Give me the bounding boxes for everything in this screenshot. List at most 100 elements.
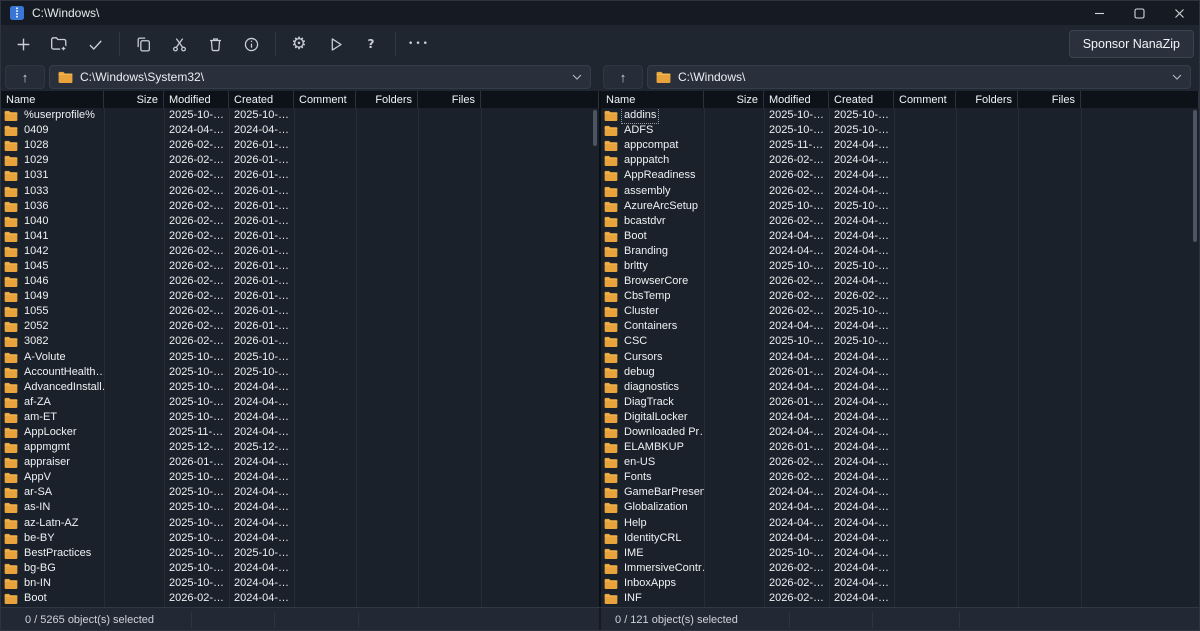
maximize-button[interactable]	[1119, 1, 1159, 25]
table-row[interactable]: 1031 2026-02-… 2026-01-…	[1, 168, 599, 183]
column-size[interactable]: Size	[104, 91, 164, 108]
table-row[interactable]: AppReadiness 2026-02-… 2024-04-…	[601, 168, 1199, 183]
column-comment[interactable]: Comment	[894, 91, 956, 108]
more-button[interactable]: •••	[404, 30, 434, 58]
table-row[interactable]: AzureArcSetup 2025-10-… 2025-10-…	[601, 199, 1199, 214]
table-row[interactable]: 1049 2026-02-… 2026-01-…	[1, 289, 599, 304]
table-row[interactable]: AppLocker 2025-11-… 2024-04-…	[1, 425, 599, 440]
table-row[interactable]: 1028 2026-02-… 2026-01-…	[1, 138, 599, 153]
table-row[interactable]: 0409 2024-04-… 2024-04-…	[1, 123, 599, 138]
table-row[interactable]: addins 2025-10-… 2025-10-…	[601, 108, 1199, 123]
table-row[interactable]: appmgmt 2025-12-… 2025-12-…	[1, 440, 599, 455]
table-row[interactable]: Boot 2026-02-… 2024-04-…	[1, 591, 599, 606]
table-row[interactable]: Containers 2024-04-… 2024-04-…	[601, 319, 1199, 334]
table-row[interactable]: ar-SA 2025-10-… 2024-04-…	[1, 485, 599, 500]
left-address-combobox[interactable]: C:\Windows\System32\	[49, 65, 591, 89]
column-modified[interactable]: Modified	[164, 91, 229, 108]
table-row[interactable]: am-ET 2025-10-… 2024-04-…	[1, 410, 599, 425]
delete-trash-button[interactable]	[200, 30, 230, 58]
table-row[interactable]: Branding 2024-04-… 2024-04-…	[601, 244, 1199, 259]
column-modified[interactable]: Modified	[764, 91, 829, 108]
table-row[interactable]: DigitalLocker 2024-04-… 2024-04-…	[601, 410, 1199, 425]
table-row[interactable]: 2052 2026-02-… 2026-01-…	[1, 319, 599, 334]
chevron-down-icon[interactable]	[572, 74, 582, 80]
table-row[interactable]: IME 2025-10-… 2024-04-…	[601, 546, 1199, 561]
up-button[interactable]: ↑	[603, 65, 643, 89]
table-row[interactable]: as-IN 2025-10-… 2024-04-…	[1, 500, 599, 515]
table-row[interactable]: IdentityCRL 2024-04-… 2024-04-…	[601, 531, 1199, 546]
table-row[interactable]: Fonts 2026-02-… 2024-04-…	[601, 470, 1199, 485]
settings-gear-button[interactable]: ⚙	[284, 30, 314, 58]
table-row[interactable]: InboxApps 2026-02-… 2024-04-…	[601, 576, 1199, 591]
table-row[interactable]: AdvancedInstall… 2025-10-… 2024-04-…	[1, 380, 599, 395]
table-row[interactable]: AccountHealth… 2025-10-… 2025-10-…	[1, 365, 599, 380]
table-row[interactable]: bg-BG 2025-10-… 2024-04-…	[1, 561, 599, 576]
table-row[interactable]: af-ZA 2025-10-… 2024-04-…	[1, 395, 599, 410]
table-row[interactable]: Cluster 2026-02-… 2025-10-…	[601, 304, 1199, 319]
add-button[interactable]	[8, 30, 38, 58]
column-size[interactable]: Size	[704, 91, 764, 108]
table-row[interactable]: %userprofile% 2025-10-… 2025-10-…	[1, 108, 599, 123]
run-play-button[interactable]	[320, 30, 350, 58]
table-row[interactable]: INF 2026-02-… 2024-04-…	[601, 591, 1199, 606]
copy-button[interactable]	[128, 30, 158, 58]
vertical-scrollbar[interactable]	[1193, 110, 1197, 242]
table-row[interactable]: apppatch 2026-02-… 2024-04-…	[601, 153, 1199, 168]
info-button[interactable]	[236, 30, 266, 58]
table-row[interactable]: be-BY 2025-10-… 2024-04-…	[1, 531, 599, 546]
table-row[interactable]: 3082 2026-02-… 2026-01-…	[1, 334, 599, 349]
column-created[interactable]: Created	[829, 91, 894, 108]
column-name[interactable]: Name	[1, 91, 104, 108]
table-row[interactable]: Help 2024-04-… 2024-04-…	[601, 516, 1199, 531]
column-comment[interactable]: Comment	[294, 91, 356, 108]
table-row[interactable]: bcastdvr 2026-02-… 2024-04-…	[601, 214, 1199, 229]
up-button[interactable]: ↑	[5, 65, 45, 89]
table-row[interactable]: 1041 2026-02-… 2026-01-…	[1, 229, 599, 244]
table-row[interactable]: ADFS 2025-10-… 2025-10-…	[601, 123, 1199, 138]
column-created[interactable]: Created	[229, 91, 294, 108]
column-folders[interactable]: Folders	[356, 91, 418, 108]
table-row[interactable]: 1036 2026-02-… 2026-01-…	[1, 199, 599, 214]
table-row[interactable]: A-Volute 2025-10-… 2025-10-…	[1, 350, 599, 365]
table-row[interactable]: en-US 2026-02-… 2024-04-…	[601, 455, 1199, 470]
table-row[interactable]: 1029 2026-02-… 2026-01-…	[1, 153, 599, 168]
test-check-button[interactable]	[80, 30, 110, 58]
column-name[interactable]: Name	[601, 91, 704, 108]
column-folders[interactable]: Folders	[956, 91, 1018, 108]
table-row[interactable]: GameBarPresen… 2024-04-… 2024-04-…	[601, 485, 1199, 500]
table-row[interactable]: ELAMBKUP 2026-01-… 2024-04-…	[601, 440, 1199, 455]
table-row[interactable]: CbsTemp 2026-02-… 2026-02-…	[601, 289, 1199, 304]
table-row[interactable]: BrowserCore 2026-02-… 2024-04-…	[601, 274, 1199, 289]
table-row[interactable]: appcompat 2025-11-… 2024-04-…	[601, 138, 1199, 153]
table-row[interactable]: assembly 2026-02-… 2024-04-…	[601, 183, 1199, 198]
table-row[interactable]: appraiser 2026-01-… 2024-04-…	[1, 455, 599, 470]
help-button[interactable]: ?	[356, 30, 386, 58]
table-row[interactable]: CSC 2025-10-… 2025-10-…	[601, 334, 1199, 349]
table-row[interactable]: bn-IN 2025-10-… 2024-04-…	[1, 576, 599, 591]
close-button[interactable]	[1159, 1, 1199, 25]
column-files[interactable]: Files	[1018, 91, 1081, 108]
chevron-down-icon[interactable]	[1172, 74, 1182, 80]
minimize-button[interactable]	[1079, 1, 1119, 25]
sponsor-nanazip-button[interactable]: Sponsor NanaZip	[1069, 30, 1194, 58]
right-address-combobox[interactable]: C:\Windows\	[647, 65, 1191, 89]
table-row[interactable]: 1040 2026-02-… 2026-01-…	[1, 214, 599, 229]
table-row[interactable]: 1045 2026-02-… 2026-01-…	[1, 259, 599, 274]
table-row[interactable]: 1055 2026-02-… 2026-01-…	[1, 304, 599, 319]
table-row[interactable]: ImmersiveContr… 2026-02-… 2024-04-…	[601, 561, 1199, 576]
table-row[interactable]: DiagTrack 2026-01-… 2024-04-…	[601, 395, 1199, 410]
table-row[interactable]: brltty 2025-10-… 2025-10-…	[601, 259, 1199, 274]
table-row[interactable]: Cursors 2024-04-… 2024-04-…	[601, 350, 1199, 365]
table-row[interactable]: AppV 2025-10-… 2024-04-…	[1, 470, 599, 485]
table-row[interactable]: 1033 2026-02-… 2026-01-…	[1, 183, 599, 198]
new-folder-button[interactable]	[44, 30, 74, 58]
table-row[interactable]: az-Latn-AZ 2025-10-… 2024-04-…	[1, 516, 599, 531]
table-row[interactable]: Globalization 2024-04-… 2024-04-…	[601, 500, 1199, 515]
table-row[interactable]: debug 2026-01-… 2024-04-…	[601, 365, 1199, 380]
column-files[interactable]: Files	[418, 91, 481, 108]
table-row[interactable]: Downloaded Pr… 2024-04-… 2024-04-…	[601, 425, 1199, 440]
table-row[interactable]: diagnostics 2024-04-… 2024-04-…	[601, 380, 1199, 395]
cut-scissors-button[interactable]	[164, 30, 194, 58]
table-row[interactable]: 1042 2026-02-… 2026-01-…	[1, 244, 599, 259]
vertical-scrollbar[interactable]	[593, 110, 597, 146]
